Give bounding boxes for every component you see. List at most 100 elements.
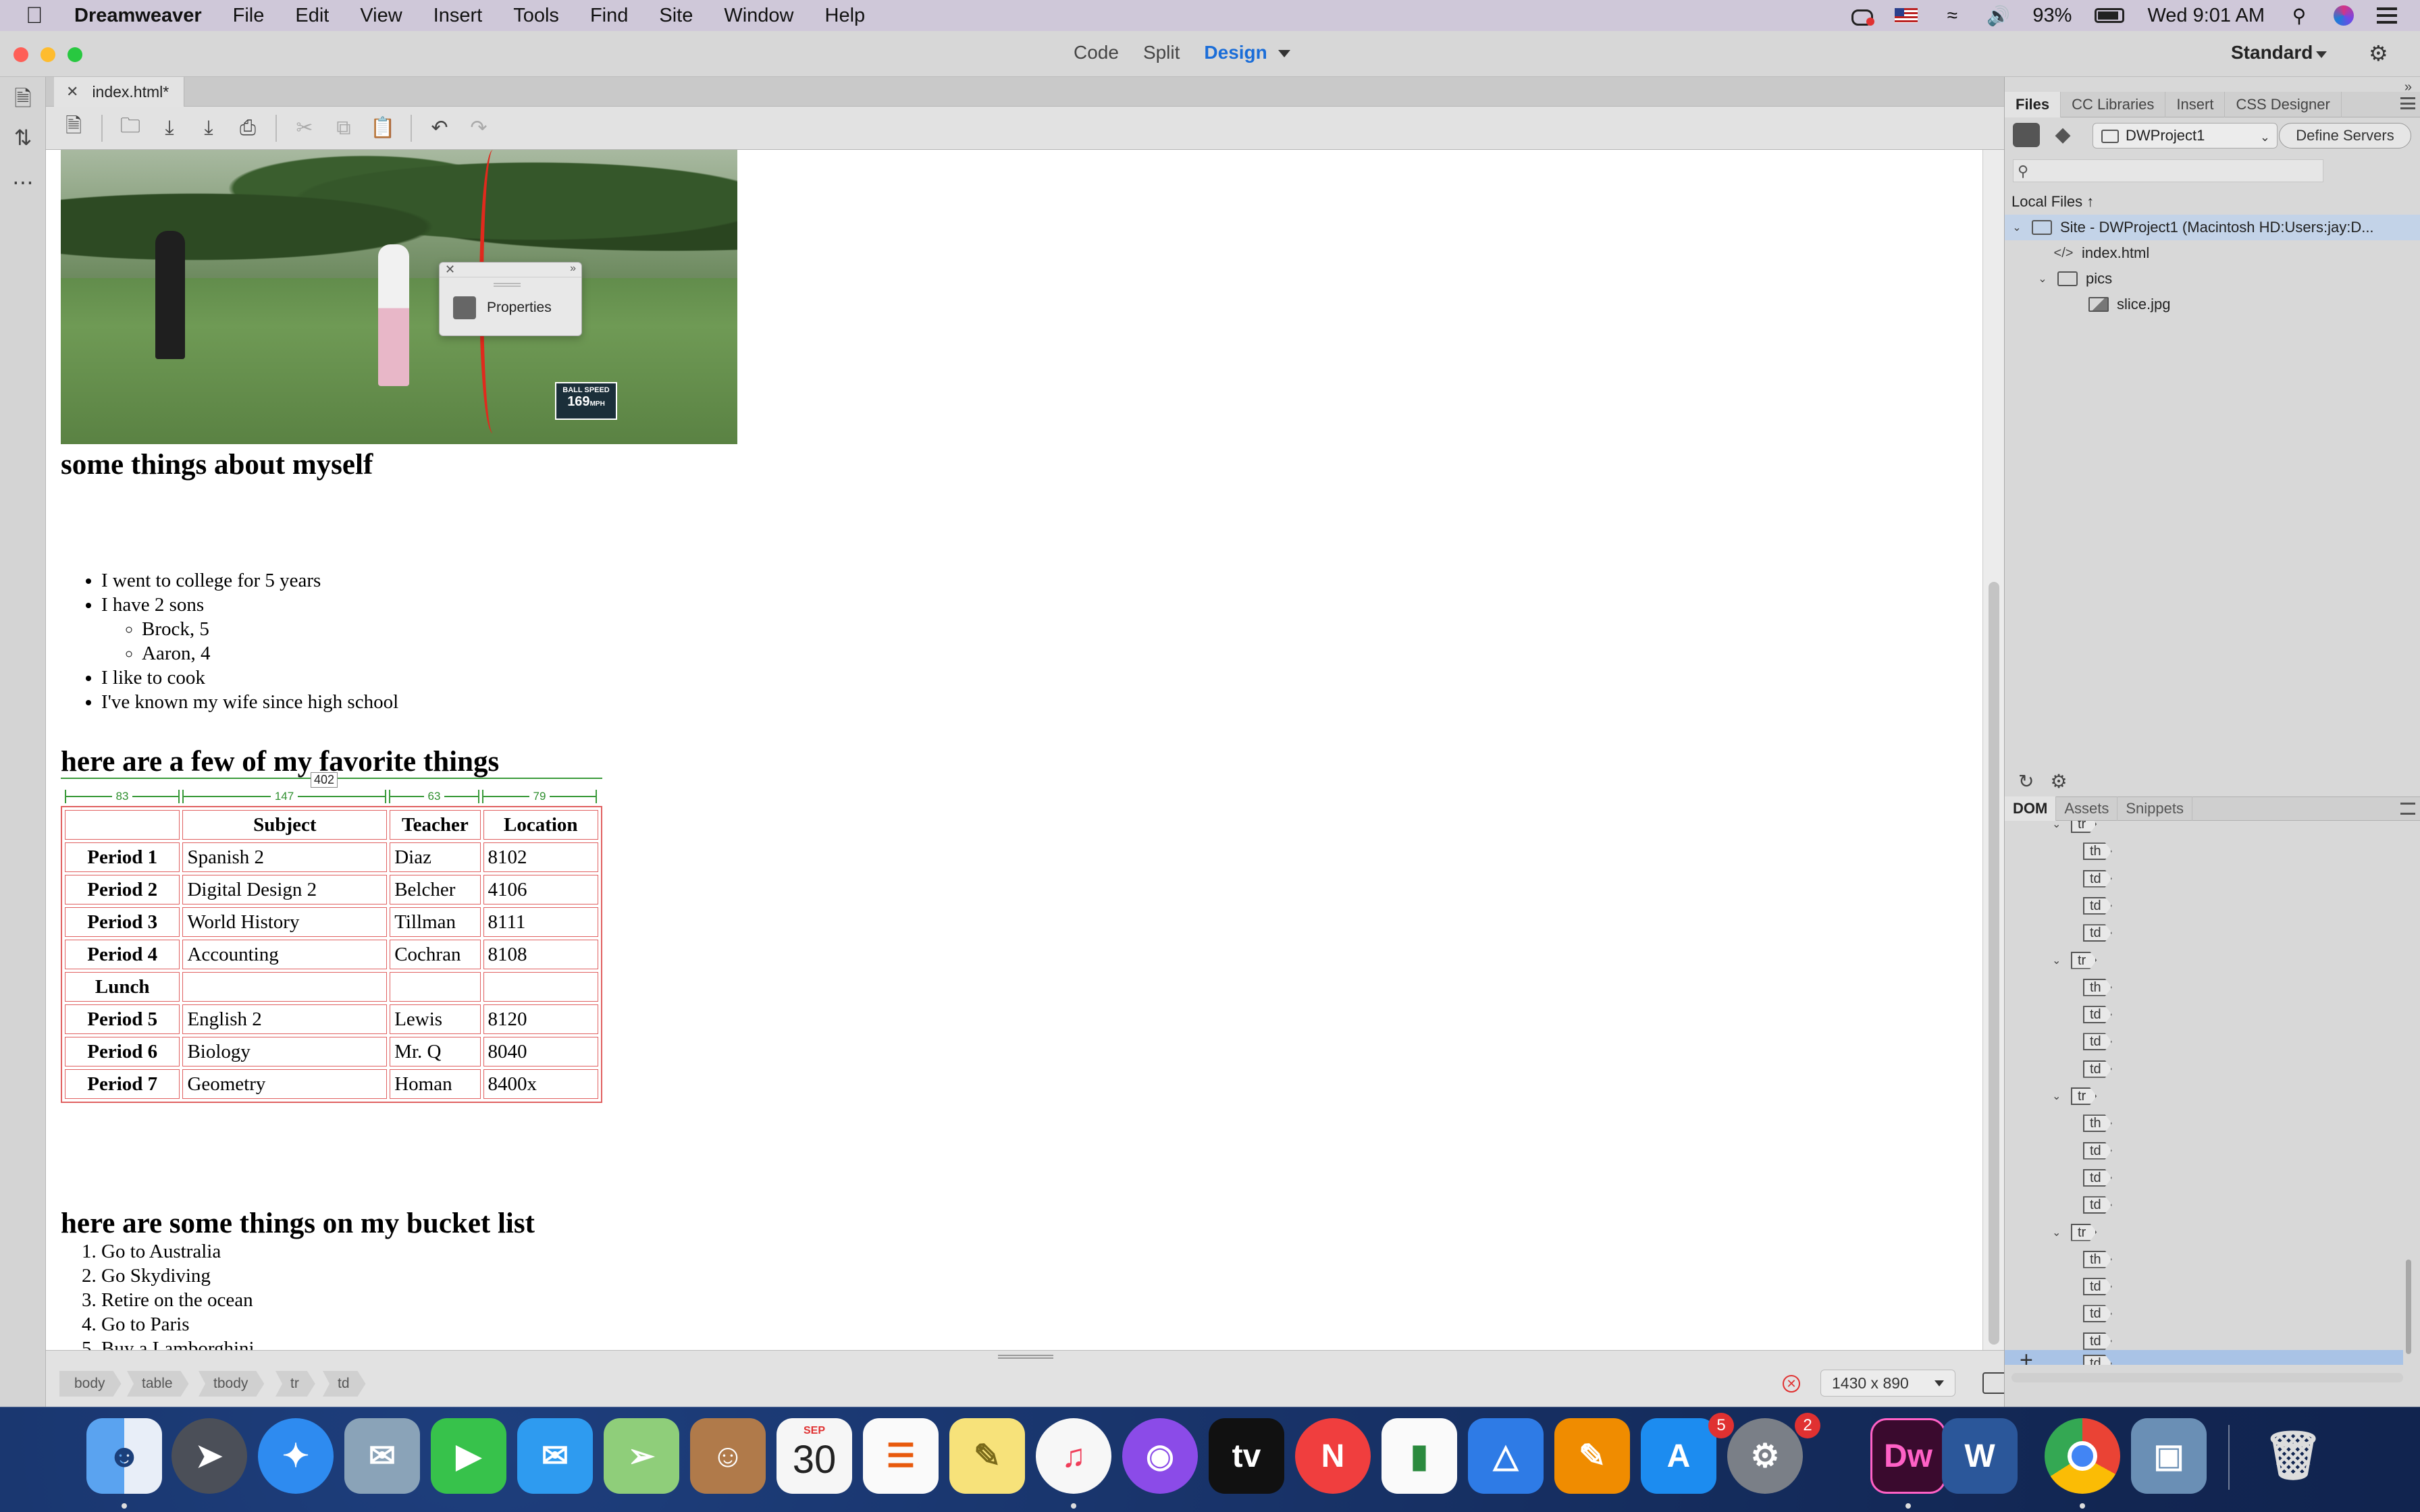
workspace-chevron-icon[interactable] <box>2316 51 2327 58</box>
tree-row-slice-jpg[interactable]: slice.jpg <box>2005 292 2420 317</box>
numbers-icon[interactable]: ▮ <box>1382 1418 1457 1494</box>
list-item[interactable]: Go Skydiving <box>101 1264 255 1288</box>
podcasts-icon[interactable]: ◉ <box>1122 1418 1198 1494</box>
sort-arrow-icon[interactable]: ↑ <box>2086 193 2094 210</box>
table-cell[interactable]: Belcher <box>390 875 481 905</box>
connect-server-icon[interactable] <box>2013 123 2040 147</box>
table-row-header-cell[interactable]: Period 2 <box>65 875 180 905</box>
table-header-cell[interactable]: Location <box>483 810 598 840</box>
table-header-cell[interactable]: Teacher <box>390 810 481 840</box>
close-tab-icon[interactable]: ✕ <box>66 83 78 101</box>
menu-view[interactable]: View <box>360 5 402 27</box>
close-window-button[interactable] <box>14 47 28 62</box>
tag-tbody[interactable]: tbody <box>199 1371 264 1397</box>
copy-icon[interactable]: ⧉ <box>324 115 363 142</box>
menu-window[interactable]: Window <box>724 5 793 27</box>
clock[interactable]: Wed 9:01 AM <box>2147 5 2265 27</box>
table-row-header-cell[interactable]: Period 1 <box>65 842 180 872</box>
tree-row-site[interactable]: ⌄ Site - DWProject1 (Macintosh HD:Users:… <box>2005 215 2420 240</box>
list-item[interactable]: Go to Australia <box>101 1239 255 1264</box>
table-cell[interactable]: Spanish 2 <box>182 842 388 872</box>
trash-icon[interactable]: 🗑 <box>2255 1418 2331 1494</box>
view-design-tab[interactable]: Design <box>1204 42 1267 63</box>
save-all-icon[interactable]: ⤓ <box>189 115 228 142</box>
app-store-icon[interactable]: A <box>1641 1418 1716 1494</box>
calendar-icon[interactable]: SEP 30 <box>777 1418 852 1494</box>
music-icon[interactable]: ♫ <box>1036 1418 1111 1494</box>
panel-resize-handle[interactable] <box>998 1355 1053 1359</box>
panel-menu-icon[interactable] <box>2400 97 2415 109</box>
table-cell[interactable]: 8102 <box>483 842 598 872</box>
window-size-select[interactable]: 1430 x 890 <box>1820 1370 1955 1397</box>
table-cell[interactable]: World History <box>182 907 388 937</box>
news-icon[interactable]: N <box>1295 1418 1371 1494</box>
table-cell[interactable]: 8111 <box>483 907 598 937</box>
dom-node[interactable]: th <box>2083 1112 2112 1135</box>
list-item[interactable]: I like to cook <box>101 666 398 690</box>
tree-row-index-html[interactable]: </> index.html <box>2005 240 2420 266</box>
list-item[interactable]: I've known my wife since high school <box>101 690 398 714</box>
error-status-icon[interactable]: ✕ <box>1783 1375 1800 1393</box>
menu-app-name[interactable]: Dreamweaver <box>74 5 202 27</box>
scroll-thumb[interactable] <box>2406 1260 2411 1354</box>
document-tab-index[interactable]: ✕ index.html* <box>54 77 185 107</box>
dom-node[interactable]: ⌄ tr <box>2052 1085 2097 1108</box>
local-files-header[interactable]: Local Files ↑ <box>2011 193 2094 211</box>
cut-icon[interactable]: ✂ <box>285 115 324 142</box>
add-element-icon[interactable]: + <box>2020 1347 2033 1365</box>
table-cell[interactable]: 8108 <box>483 940 598 969</box>
column-width-guide[interactable]: 147 <box>182 790 386 803</box>
wifi-icon[interactable]: ≈ <box>1941 5 1964 26</box>
tree-row-pics[interactable]: ⌄ pics <box>2005 266 2420 292</box>
list-item[interactable]: Retire on the ocean <box>101 1288 255 1312</box>
workspace-switcher[interactable]: Standard <box>2231 42 2313 63</box>
table-total-width[interactable]: 402 <box>311 772 338 788</box>
view-dropdown-chevron-icon[interactable] <box>1278 50 1290 57</box>
file-management-icon[interactable]: ⇅ <box>11 126 35 150</box>
save-icon[interactable]: ⤓ <box>150 115 189 142</box>
menu-help[interactable]: Help <box>825 5 866 27</box>
refresh-icon[interactable]: ↻ <box>2018 770 2034 792</box>
table-row-header-cell[interactable]: Period 5 <box>65 1004 180 1034</box>
chevron-down-icon[interactable]: ⌄ <box>2052 1089 2066 1103</box>
dom-node[interactable]: td <box>2083 1139 2112 1162</box>
chevron-down-icon[interactable]: ⌄ <box>2052 1226 2066 1239</box>
list-item[interactable]: Go to Paris <box>101 1312 255 1336</box>
tab-cc-libraries[interactable]: CC Libraries <box>2061 91 2166 117</box>
menu-insert[interactable]: Insert <box>433 5 483 27</box>
battery-icon[interactable] <box>2095 8 2125 23</box>
volume-icon[interactable]: 🔊 <box>1987 5 2010 26</box>
notes-icon[interactable]: ✎ <box>949 1418 1025 1494</box>
dom-node[interactable]: ⌄ tr <box>2052 821 2097 836</box>
tag-td[interactable]: td <box>323 1371 366 1397</box>
menu-edit[interactable]: Edit <box>295 5 329 27</box>
contacts-icon[interactable]: ☺ <box>690 1418 766 1494</box>
menu-tools[interactable]: Tools <box>513 5 559 27</box>
dom-node[interactable]: td <box>2083 921 2112 944</box>
table-cell[interactable]: Geometry <box>182 1069 388 1099</box>
print-icon[interactable]: ⎙ <box>228 115 267 142</box>
dreamweaver-icon[interactable]: Dw <box>1870 1418 1946 1494</box>
drag-handle[interactable] <box>494 283 521 287</box>
dom-node[interactable]: td <box>2083 894 2112 917</box>
expand-properties-icon[interactable]: » <box>570 263 576 275</box>
new-file-icon[interactable]: 🗎 <box>54 115 93 142</box>
system-preferences-icon[interactable]: ⚙ <box>1727 1418 1803 1494</box>
preview-icon[interactable]: ▣ <box>2131 1418 2207 1494</box>
tab-assets[interactable]: Assets <box>2056 796 2118 821</box>
pages-icon[interactable]: ✎ <box>1554 1418 1630 1494</box>
scroll-thumb[interactable] <box>1989 582 1999 1345</box>
dom-node[interactable]: td <box>2083 1166 2112 1189</box>
dom-horizontal-scrollbar[interactable] <box>2011 1373 2403 1382</box>
reminders-icon[interactable]: ☰ <box>863 1418 939 1494</box>
table-cell[interactable]: English 2 <box>182 1004 388 1034</box>
chevron-down-icon[interactable]: ⌄ <box>2052 821 2066 831</box>
facetime-icon[interactable]: ▶ <box>431 1418 506 1494</box>
column-width-guide[interactable]: 79 <box>482 790 597 803</box>
undo-icon[interactable]: ↶ <box>420 115 459 142</box>
dom-node[interactable]: td <box>2083 1193 2112 1216</box>
dom-node[interactable]: td <box>2083 1302 2112 1325</box>
redo-icon[interactable]: ↷ <box>459 115 498 142</box>
tag-tr[interactable]: tr <box>275 1371 315 1397</box>
tag-body[interactable]: body <box>59 1371 122 1397</box>
